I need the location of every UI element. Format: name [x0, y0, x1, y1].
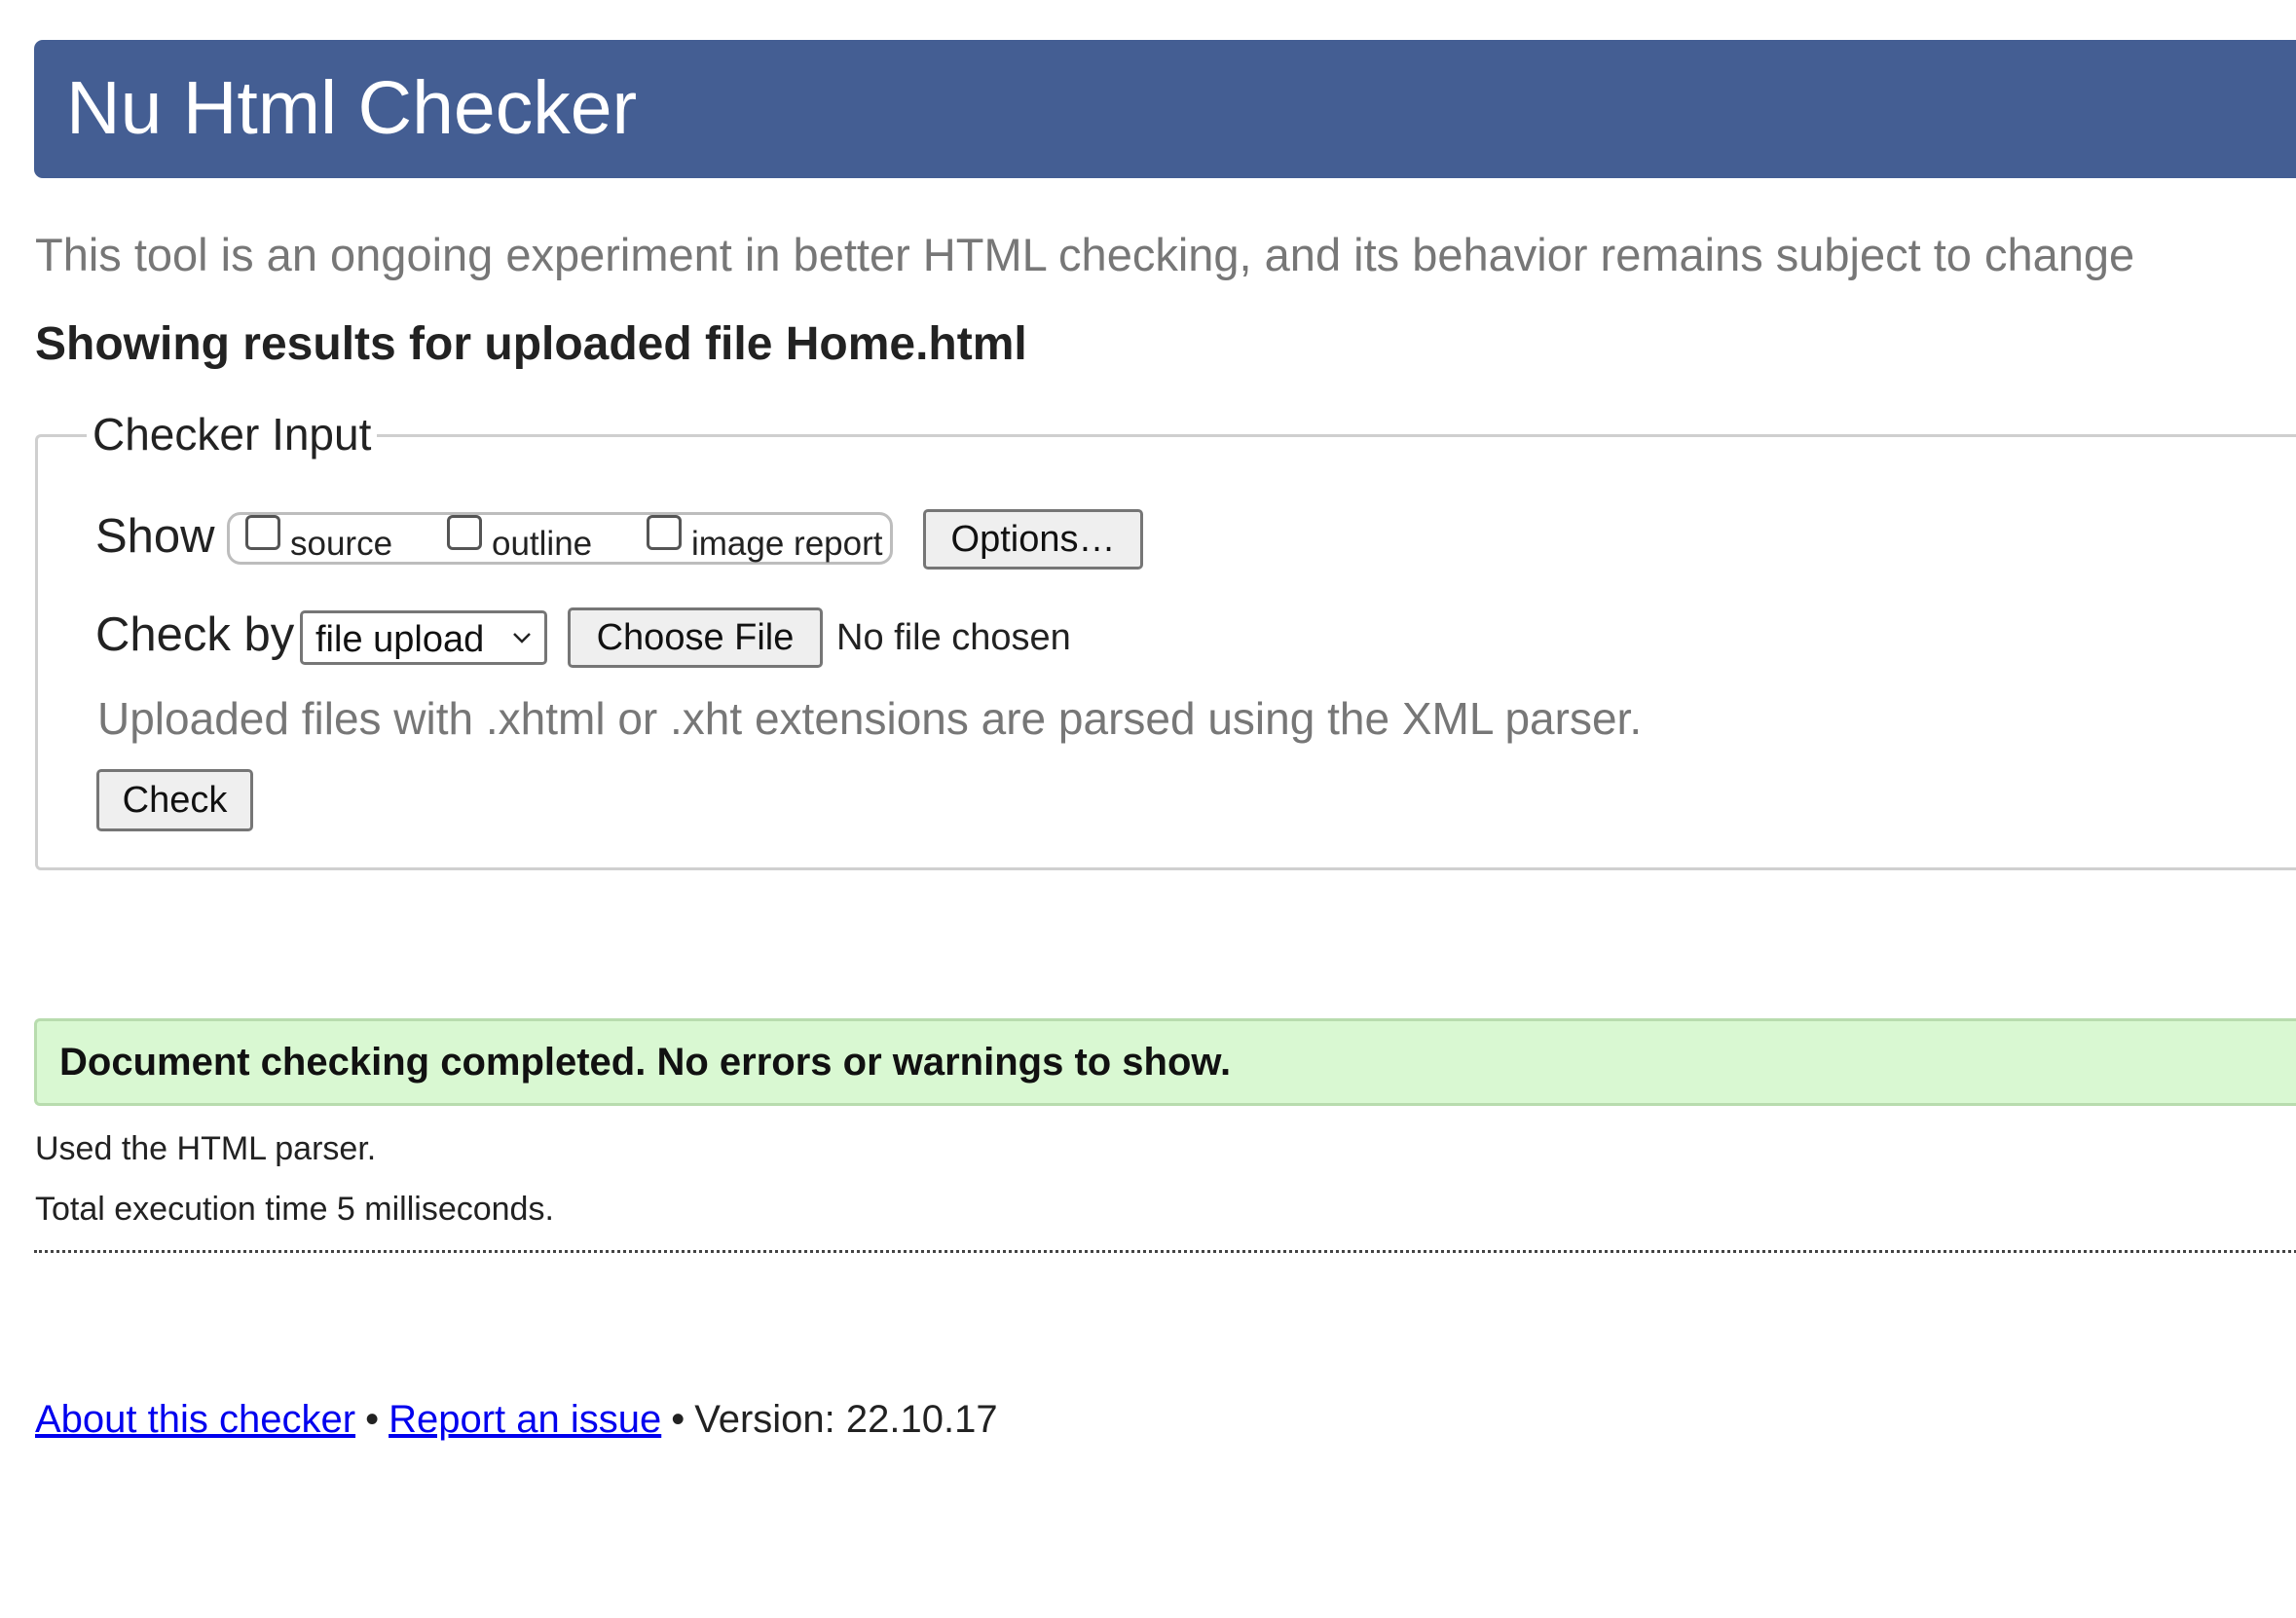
checker-input-legend: Checker Input	[87, 408, 378, 460]
show-label: Show	[95, 510, 215, 563]
footer: About this checker • Report an issue • Versi…	[35, 1398, 998, 1442]
upload-note: Uploaded files with .xhtml or .xht exten…	[97, 693, 1643, 744]
show-source-option[interactable]: source	[245, 515, 421, 568]
page-title: Nu Html Checker	[66, 66, 638, 150]
results-file-name: Home.html	[785, 318, 1027, 370]
divider	[34, 1250, 2296, 1253]
source-checkbox[interactable]	[245, 515, 280, 550]
choose-file-button[interactable]: Choose File	[568, 607, 823, 668]
check-button[interactable]: Check	[96, 769, 253, 831]
version-text: Version: 22.10.17	[694, 1398, 998, 1441]
image-report-checkbox[interactable]	[647, 515, 682, 550]
success-message: Document checking completed. No errors o…	[59, 1041, 1232, 1084]
about-link[interactable]: About this checker	[35, 1398, 355, 1441]
chevron-down-icon	[513, 633, 531, 644]
options-button[interactable]: Options…	[923, 509, 1143, 570]
source-checkbox-label[interactable]: source	[290, 525, 392, 564]
check-by-label: Check by	[95, 608, 295, 661]
show-outline-option[interactable]: outline	[447, 515, 622, 568]
footer-separator: •	[365, 1398, 380, 1441]
tagline: This tool is an ongoing experiment in be…	[35, 229, 2135, 280]
show-image-report-option[interactable]: image report	[647, 515, 882, 568]
checker-input-fieldset: Checker Input Show source outline image …	[35, 408, 2296, 870]
image-report-checkbox-label[interactable]: image report	[691, 525, 882, 564]
parser-info: Used the HTML parser.	[35, 1130, 377, 1167]
footer-separator: •	[671, 1398, 685, 1441]
results-heading-prefix: Showing results for uploaded file	[35, 318, 786, 370]
success-message-box: Document checking completed. No errors o…	[34, 1018, 2296, 1106]
page: Nu Html Checker This tool is an ongoing …	[0, 0, 2296, 1618]
show-options-group: source outline image report	[227, 512, 893, 565]
check-by-select[interactable]: file upload	[300, 610, 547, 665]
check-by-selected-value: file upload	[315, 619, 485, 660]
results-heading: Showing results for uploaded file Home.h…	[35, 317, 1027, 371]
header-banner: Nu Html Checker	[34, 40, 2296, 178]
no-file-chosen-text: No file chosen	[836, 617, 1071, 658]
report-issue-link[interactable]: Report an issue	[389, 1398, 661, 1441]
execution-time: Total execution time 5 milliseconds.	[35, 1191, 554, 1228]
outline-checkbox[interactable]	[447, 515, 482, 550]
outline-checkbox-label[interactable]: outline	[492, 525, 592, 564]
